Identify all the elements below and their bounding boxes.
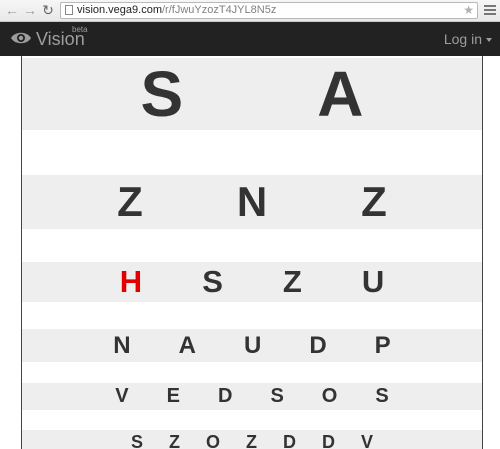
app-navbar: Vision beta Log in: [0, 22, 500, 56]
star-icon[interactable]: ★: [463, 3, 474, 18]
chart-letter: D: [283, 431, 296, 449]
chart-letter: V: [115, 385, 129, 407]
chart-letter: D: [309, 331, 327, 359]
url-path: /r/fJwuYzozT4JYL8N5z: [162, 4, 277, 16]
url-host: vision.vega9.com: [77, 4, 162, 16]
chart-letter: A: [178, 331, 196, 359]
chart-letter: Z: [282, 264, 302, 299]
chart-letter: S: [202, 264, 223, 299]
chart-row: V E D S O S: [22, 383, 482, 410]
chart-letter: P: [374, 331, 391, 359]
back-arrow-icon[interactable]: ←: [4, 2, 20, 18]
chart-letter: U: [361, 264, 385, 299]
chart-row: H S Z U: [22, 262, 482, 302]
chart-letter: E: [166, 385, 180, 407]
chart-letter: Z: [117, 178, 143, 225]
browser-toolbar: ← → ↻ vision.vega9.com/r/fJwuYzozT4JYL8N…: [0, 0, 500, 22]
chart-letter: S: [375, 385, 389, 407]
chart-letter: Z: [168, 431, 180, 449]
chart-letter: N: [236, 178, 268, 225]
chart-letter: V: [361, 431, 374, 449]
chart-row: S A: [22, 58, 482, 130]
eye-icon: [11, 32, 31, 44]
beta-badge: beta: [72, 25, 88, 34]
browser-menu-icon[interactable]: [483, 3, 497, 17]
chart-letter: S: [270, 385, 284, 407]
chart-letter-highlighted: H: [119, 264, 143, 299]
chart-letter: O: [205, 431, 220, 449]
chart-row: N A U D P: [22, 329, 482, 362]
chart-letter: D: [322, 431, 335, 449]
login-dropdown[interactable]: Log in: [444, 31, 492, 47]
reload-icon[interactable]: ↻: [40, 2, 56, 18]
chart-letter: Z: [361, 178, 387, 225]
eye-chart: S A Z N Z H S Z U N A U D P V E D S O S …: [21, 56, 483, 449]
chart-letter: S: [140, 58, 184, 130]
chart-letter: D: [217, 385, 233, 407]
login-label: Log in: [443, 31, 482, 47]
chart-row: Z N Z: [22, 175, 482, 229]
chart-letter: U: [243, 331, 262, 359]
chart-letter: A: [317, 58, 364, 130]
page-icon: [65, 5, 73, 15]
chart-letter: S: [130, 431, 143, 449]
chart-letter: N: [113, 331, 131, 359]
forward-arrow-icon[interactable]: →: [22, 2, 38, 18]
chart-row: S Z O Z D D V: [22, 430, 482, 449]
chart-letter: Z: [246, 431, 257, 449]
chart-letter: O: [321, 385, 338, 407]
caret-down-icon: [486, 38, 492, 43]
url-text: vision.vega9.com/r/fJwuYzozT4JYL8N5z: [77, 3, 276, 18]
address-bar[interactable]: vision.vega9.com/r/fJwuYzozT4JYL8N5z ★: [60, 2, 478, 19]
